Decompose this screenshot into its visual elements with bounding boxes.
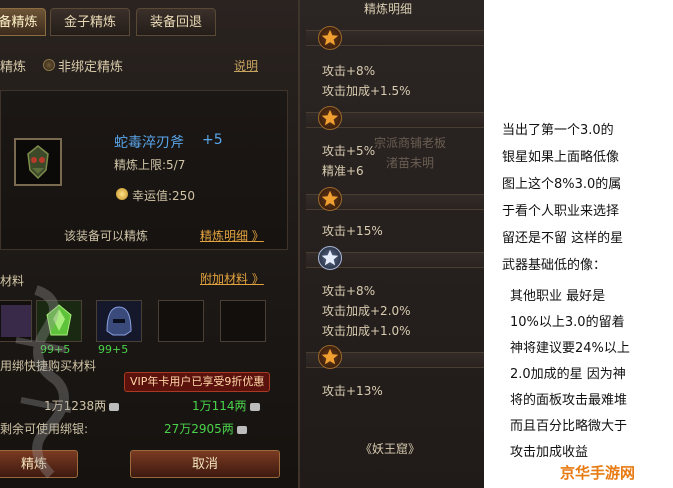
map-name: 《妖王窟》	[360, 442, 421, 456]
can-refine-text: 该装备可以精炼	[64, 229, 149, 243]
commentary-line: 银星如果上面略低像	[502, 150, 620, 165]
detail-line: 攻击+8%	[322, 284, 376, 298]
luck-value: 幸运值:250	[132, 189, 195, 203]
helmet-material-icon	[97, 301, 141, 341]
commentary-line: 神将建议要24%以上	[510, 341, 630, 356]
commentary-line: 武器基础低的像：	[502, 258, 607, 273]
refine-limit: 精炼上限:5/7	[114, 158, 186, 172]
cancel-button[interactable]: 取消	[130, 450, 280, 478]
detail-line: 攻击+13%	[322, 384, 383, 398]
orange-star-icon	[318, 187, 342, 211]
material-slot-empty[interactable]	[158, 300, 204, 342]
background-npc-text: 渚苗未明	[386, 156, 435, 170]
tab-gold-refine[interactable]: 金子精炼	[50, 8, 130, 36]
tab-equip-refine[interactable]: 备精炼	[0, 8, 46, 36]
vip-discount-tip: VIP年卡用户已享受9折优惠	[124, 372, 271, 392]
detail-line: 攻击+5%	[322, 144, 376, 158]
silver-coin-icon	[236, 425, 247, 434]
luck-icon	[116, 188, 128, 200]
commentary-line: 10%以上3.0的留着	[510, 315, 625, 330]
orange-star-icon	[318, 26, 342, 50]
tab-bar: 备精炼 金子精炼 装备回退	[0, 8, 298, 36]
option-refine-label[interactable]: 精炼	[0, 56, 26, 75]
remain-value: 27万2905两	[164, 420, 247, 437]
commentary-line: 攻击加成收益	[510, 445, 589, 460]
detail-line: 精准+6	[322, 164, 364, 178]
help-link[interactable]: 说明	[234, 57, 258, 74]
unbound-radio[interactable]	[43, 59, 55, 71]
commentary-line: 留还是不留 这样的星	[502, 231, 624, 246]
equipment-slot[interactable]	[14, 138, 62, 186]
detail-line: 攻击加成+1.5%	[322, 84, 411, 98]
orange-star-icon	[318, 345, 342, 369]
silver-coin-icon	[109, 402, 120, 411]
commentary-line: 于看个人职业来选择	[502, 204, 620, 219]
option-unbound-label[interactable]: 非绑定精炼	[58, 56, 123, 75]
tab-equip-rollback[interactable]: 装备回退	[136, 8, 216, 36]
refine-detail-panel: 精炼明细 攻击+8% 攻击加成+1.5% 宗派商铺老板 攻击+5% 渚苗未明 精…	[298, 0, 484, 488]
refine-options: 精炼 非绑定精炼 说明	[0, 52, 290, 76]
site-logo: 京华手游网	[560, 464, 636, 482]
refine-detail-link[interactable]: 精炼明细 》	[200, 227, 264, 244]
commentary-line: 2.0加成的星 因为神	[510, 367, 626, 382]
discount-cost: 1万114两	[192, 397, 260, 414]
silver-star-icon	[318, 246, 342, 270]
refine-panel: 备精炼 金子精炼 装备回退 精炼 非绑定精炼 说明 蛇毒淬刃斧 +5 精炼上限:…	[0, 0, 298, 488]
commentary-line: 而且百分比略微大于	[510, 419, 628, 434]
material-slot-blue[interactable]	[96, 300, 142, 342]
detail-line: 攻击加成+2.0%	[322, 304, 411, 318]
item-name: 蛇毒淬刃斧	[114, 135, 184, 151]
item-plus-level: +5	[202, 132, 223, 148]
commentary-line: 图上这个8%3.0的属	[502, 177, 622, 192]
background-npc-text: 宗派商铺老板	[374, 136, 447, 150]
material-count: 99+5	[98, 343, 129, 356]
commentary-line: 其他职业 最好是	[510, 289, 606, 304]
detail-line: 攻击+8%	[322, 64, 376, 78]
silver-coin-icon	[249, 402, 260, 411]
detail-line: 攻击加成+1.0%	[322, 324, 411, 338]
axe-item-icon	[16, 140, 60, 184]
calligraphy-watermark-icon	[15, 285, 72, 479]
add-materials-link[interactable]: 附加材料 》	[200, 270, 264, 287]
commentary-line: 当出了第一个3.0的	[502, 123, 614, 138]
orange-star-icon	[318, 106, 342, 130]
detail-title: 精炼明细	[364, 2, 413, 16]
commentary-line: 将的面板攻击最难堆	[510, 393, 628, 408]
material-slot-empty[interactable]	[220, 300, 266, 342]
detail-line: 攻击+15%	[322, 224, 383, 238]
